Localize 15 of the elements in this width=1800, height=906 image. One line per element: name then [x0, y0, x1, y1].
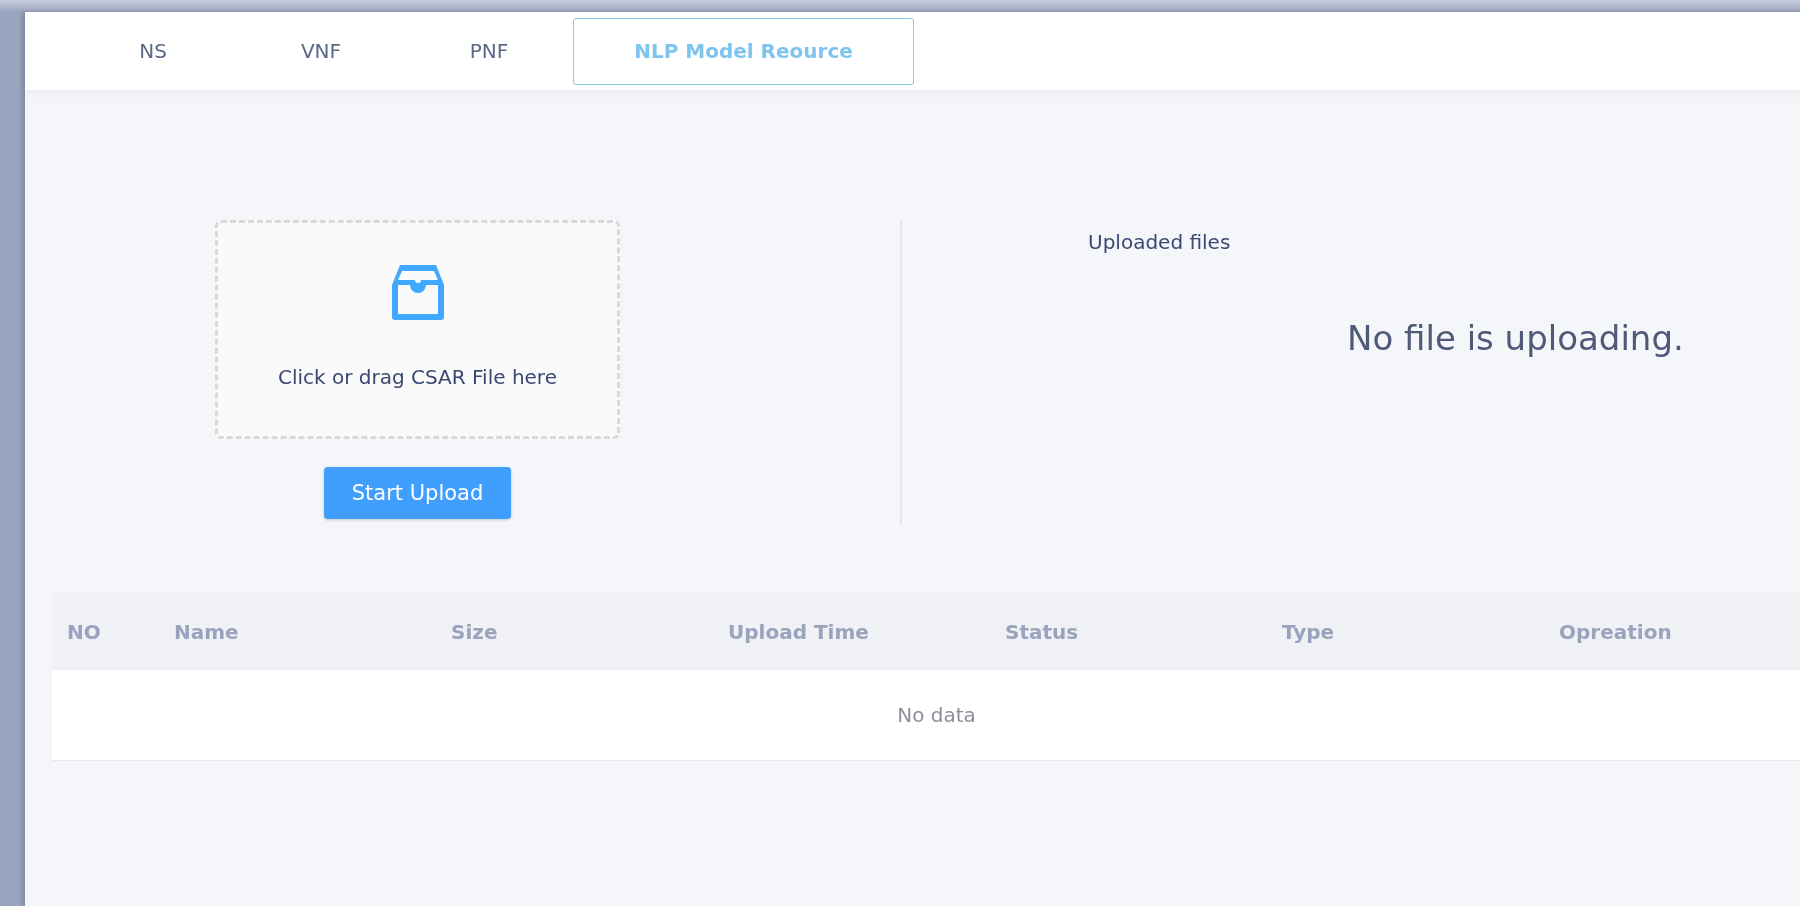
empty-message: No file is uploading.	[1347, 318, 1684, 358]
tab[interactable]: VNF	[237, 17, 405, 85]
column-header: Type	[1281, 619, 1336, 644]
drop-hint: Click or drag CSAR File here	[278, 365, 557, 389]
column-header: Status	[1004, 619, 1080, 644]
no-data-text: No data	[897, 703, 976, 727]
file-drop-zone[interactable]: Click or drag CSAR File here	[215, 220, 620, 439]
column-header: Name	[173, 619, 240, 644]
uploaded-files-title: Uploaded files	[1088, 230, 1231, 254]
column-header: Size	[450, 619, 499, 644]
column-header: Upload Time	[727, 619, 870, 644]
column-header: Opreation	[1558, 619, 1673, 644]
tab[interactable]: PNF	[405, 17, 573, 85]
tab[interactable]: NS	[69, 17, 237, 85]
column-header: NO	[66, 619, 102, 644]
